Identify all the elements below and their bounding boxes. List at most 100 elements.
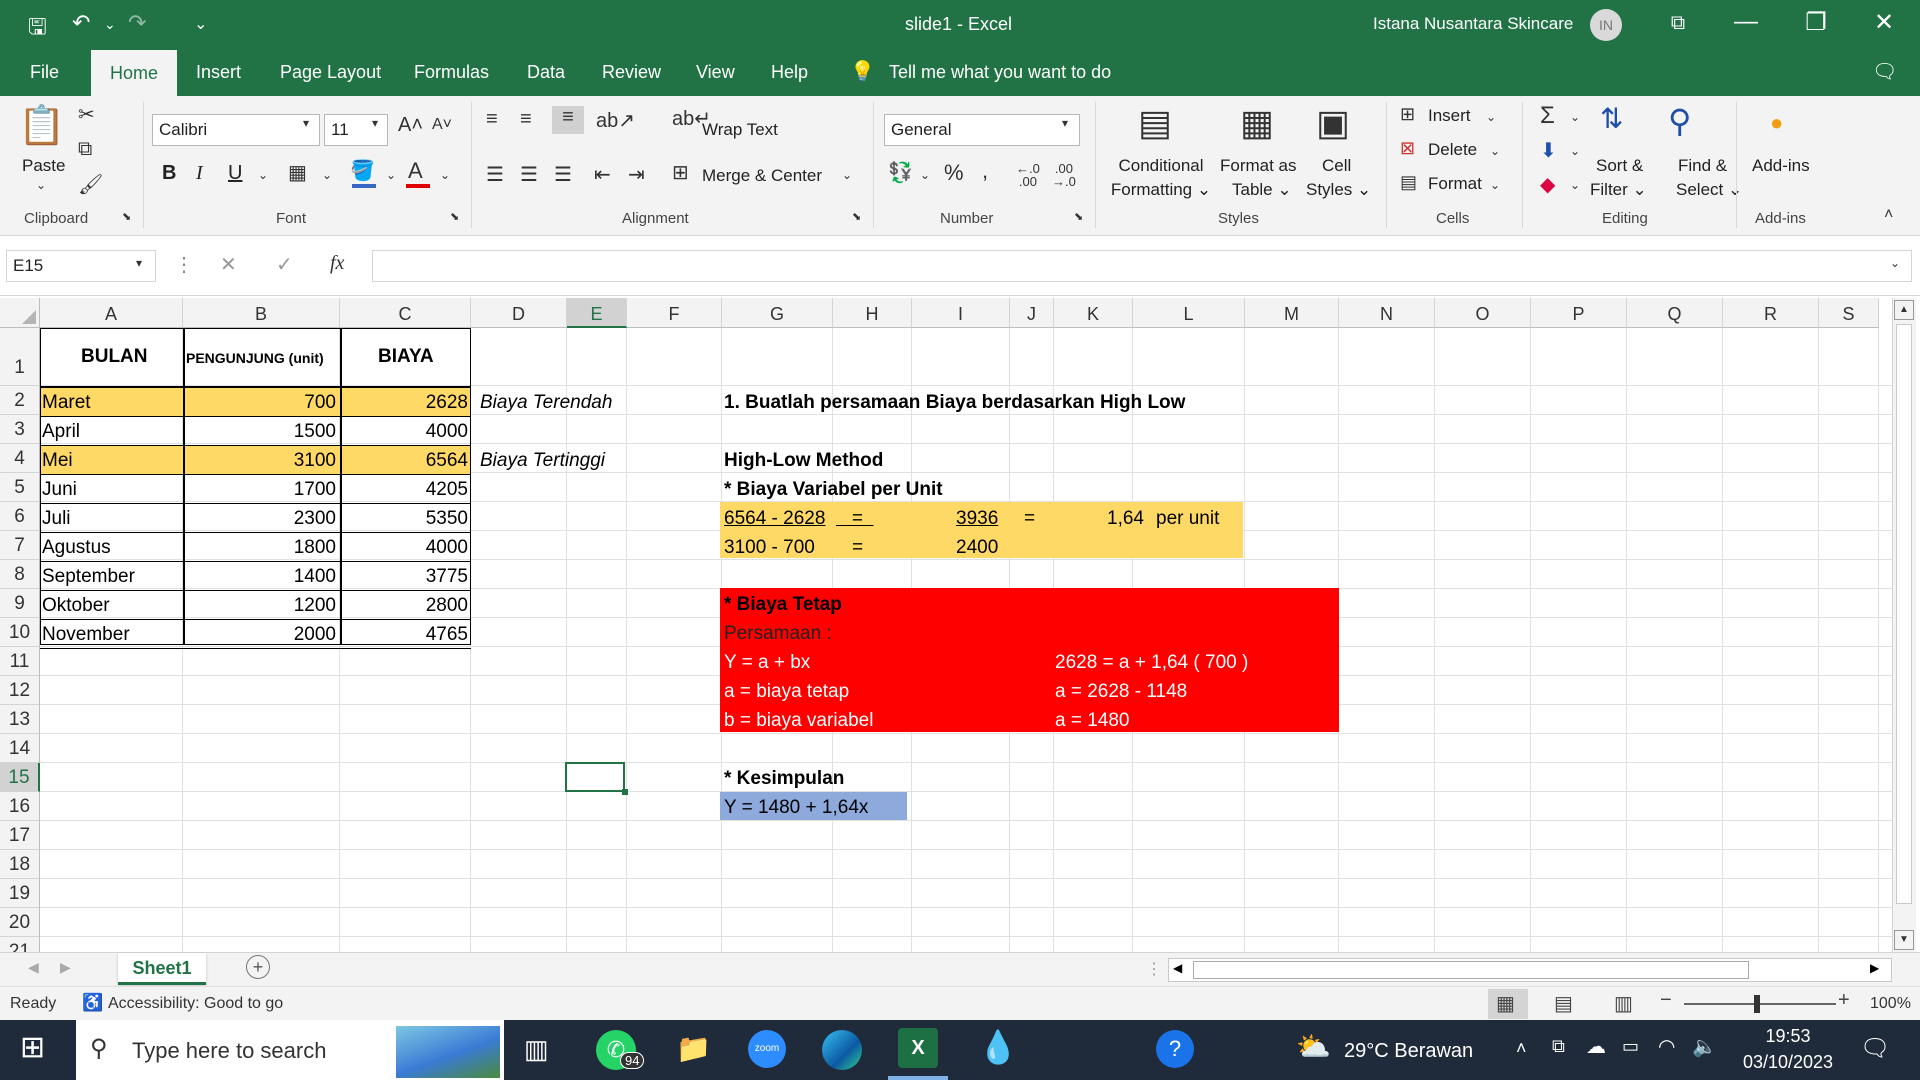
- prev-sheet-icon[interactable]: ◀: [28, 959, 39, 976]
- save-icon[interactable]: 🖫: [28, 10, 47, 48]
- font-size-dropdown-icon[interactable]: ▾: [372, 116, 378, 130]
- row-header-21[interactable]: 21: [0, 937, 40, 952]
- redo-icon[interactable]: ↷: [128, 10, 146, 36]
- calc-step-3[interactable]: a = 1480: [1055, 706, 1130, 735]
- font-launcher-icon[interactable]: ⬊: [450, 210, 459, 223]
- windows-start-icon[interactable]: ⊞: [20, 1030, 45, 1065]
- zoom-slider[interactable]: [1684, 1003, 1836, 1005]
- question-1[interactable]: 1. Buatlah persamaan Biaya berdasarkan H…: [724, 388, 1185, 417]
- insert-cells-button[interactable]: Insert: [1428, 106, 1471, 126]
- column-header-d[interactable]: D: [471, 298, 567, 328]
- column-header-g[interactable]: G: [722, 298, 833, 328]
- table-cell-month[interactable]: April: [42, 417, 80, 446]
- tab-page-layout[interactable]: Page Layout: [280, 62, 381, 83]
- decrease-font-icon[interactable]: A˅: [432, 116, 452, 134]
- alignment-launcher-icon[interactable]: ⬊: [852, 210, 861, 223]
- row-header-8[interactable]: 8: [0, 560, 40, 589]
- fixed-cost-title[interactable]: * Biaya Tetap: [724, 590, 842, 619]
- next-sheet-icon[interactable]: ▶: [60, 959, 71, 976]
- conditional-formatting-icon[interactable]: ▤: [1138, 102, 1172, 144]
- scroll-up-icon[interactable]: ▲: [1894, 300, 1914, 320]
- table-cell-month[interactable]: September: [42, 562, 135, 591]
- paint-app-icon[interactable]: 💧: [978, 1028, 1018, 1066]
- row-header-17[interactable]: 17: [0, 821, 40, 850]
- horizontal-scroll-thumb[interactable]: [1193, 961, 1749, 979]
- numerator-value[interactable]: 3936: [956, 504, 998, 533]
- zoom-in-icon[interactable]: +: [1838, 989, 1850, 1012]
- table-cell-visitors[interactable]: 1500: [186, 417, 336, 446]
- name-box-dropdown-icon[interactable]: ▾: [136, 256, 142, 270]
- table-cell-month[interactable]: Agustus: [42, 533, 111, 562]
- scroll-left-icon[interactable]: ◀: [1173, 961, 1182, 975]
- weather-text[interactable]: 29°C Berawan: [1344, 1040, 1473, 1063]
- column-header-p[interactable]: P: [1531, 298, 1627, 328]
- merge-dropdown-icon[interactable]: ⌄: [842, 168, 852, 182]
- row-header-6[interactable]: 6: [0, 502, 40, 531]
- formula-input[interactable]: [372, 250, 1912, 282]
- table-cell-visitors[interactable]: 700: [186, 388, 336, 417]
- tab-home[interactable]: Home: [91, 50, 177, 96]
- cancel-icon[interactable]: ✕: [220, 252, 237, 277]
- wifi-icon[interactable]: ◠: [1658, 1034, 1675, 1059]
- column-header-f[interactable]: F: [627, 298, 722, 328]
- tell-me-search[interactable]: Tell me what you want to do: [889, 62, 1111, 83]
- row-header-13[interactable]: 13: [0, 705, 40, 734]
- table-cell-cost[interactable]: 4205: [343, 475, 468, 504]
- increase-decimal-icon[interactable]: ←.0.00: [1016, 162, 1040, 188]
- comments-icon[interactable]: 🗨: [1872, 59, 1897, 84]
- calc-step-2[interactable]: a = 2628 - 1148: [1055, 677, 1187, 706]
- row-header-10[interactable]: 10: [0, 618, 40, 647]
- row-header-15[interactable]: 15: [0, 763, 40, 792]
- select-all-corner[interactable]: [0, 298, 40, 328]
- collapse-ribbon-icon[interactable]: ˄: [1884, 206, 1893, 224]
- spreadsheet-grid[interactable]: ABCDEFGHIJKLMNOPQRS 1 2 3 4 5 6 7 8 9 10 11 12 13 14 1…: [0, 298, 1920, 952]
- row-header-4[interactable]: 4: [0, 444, 40, 473]
- battery-icon[interactable]: ▭: [1622, 1036, 1639, 1057]
- numerator-expr[interactable]: 6564 - 2628: [724, 504, 825, 533]
- clear-icon[interactable]: ◆: [1540, 172, 1555, 197]
- edge-browser-icon[interactable]: [822, 1030, 862, 1070]
- account-name[interactable]: Istana Nusantara Skincare: [1373, 14, 1573, 34]
- insert-dropdown-icon[interactable]: ⌄: [1486, 110, 1496, 124]
- column-header-m[interactable]: M: [1245, 298, 1339, 328]
- ribbon-display-icon[interactable]: ⧉: [1658, 12, 1698, 35]
- table-cell-cost[interactable]: 4000: [343, 533, 468, 562]
- row-header-14[interactable]: 14: [0, 734, 40, 763]
- table-cell-cost[interactable]: 3775: [343, 562, 468, 591]
- format-cells-icon[interactable]: ▤: [1400, 172, 1417, 193]
- table-cell-cost[interactable]: 5350: [343, 504, 468, 533]
- note-highest[interactable]: Biaya Tertinggi: [480, 446, 605, 475]
- row-header-9[interactable]: 9: [0, 589, 40, 618]
- page-layout-view-icon[interactable]: ▤: [1554, 991, 1573, 1016]
- clock-time[interactable]: 19:53: [1740, 1026, 1836, 1047]
- table-cell-month[interactable]: Maret: [42, 388, 91, 417]
- b-definition[interactable]: b = biaya variabel: [724, 706, 873, 735]
- meet-now-icon[interactable]: ⧉: [1552, 1036, 1565, 1057]
- zoom-out-icon[interactable]: −: [1660, 989, 1672, 1012]
- sheet-tab-sheet1[interactable]: Sheet1: [118, 953, 206, 985]
- sort-filter-label-2[interactable]: Filter ⌄: [1590, 180, 1647, 200]
- normal-view-icon[interactable]: ▦: [1496, 991, 1515, 1016]
- column-header-a[interactable]: A: [40, 298, 183, 328]
- delete-cells-button[interactable]: Delete: [1428, 140, 1477, 160]
- row-header-20[interactable]: 20: [0, 908, 40, 937]
- tab-insert[interactable]: Insert: [196, 62, 241, 83]
- autosum-icon[interactable]: Σ: [1540, 102, 1555, 130]
- row-header-7[interactable]: 7: [0, 531, 40, 560]
- fill-icon[interactable]: ⬇: [1540, 138, 1557, 163]
- zoom-app-icon[interactable]: zoom: [748, 1030, 786, 1068]
- font-name-select[interactable]: Calibri: [152, 114, 320, 146]
- a-definition[interactable]: a = biaya tetap: [724, 677, 849, 706]
- new-sheet-icon[interactable]: +: [246, 955, 270, 979]
- vertical-scroll-thumb[interactable]: [1896, 324, 1912, 904]
- conclusion-equation[interactable]: Y = 1480 + 1,64x: [724, 793, 868, 822]
- find-select-icon[interactable]: ⚲: [1668, 102, 1691, 140]
- column-header-e[interactable]: E: [567, 298, 627, 328]
- table-cell-cost[interactable]: 4000: [343, 417, 468, 446]
- undo-icon[interactable]: ↶: [72, 10, 90, 36]
- paste-icon[interactable]: 📋: [18, 104, 65, 148]
- addins-button[interactable]: Add-ins: [1752, 156, 1810, 176]
- tab-data[interactable]: Data: [527, 62, 565, 83]
- row-header-16[interactable]: 16: [0, 792, 40, 821]
- note-lowest[interactable]: Biaya Terendah: [480, 388, 612, 417]
